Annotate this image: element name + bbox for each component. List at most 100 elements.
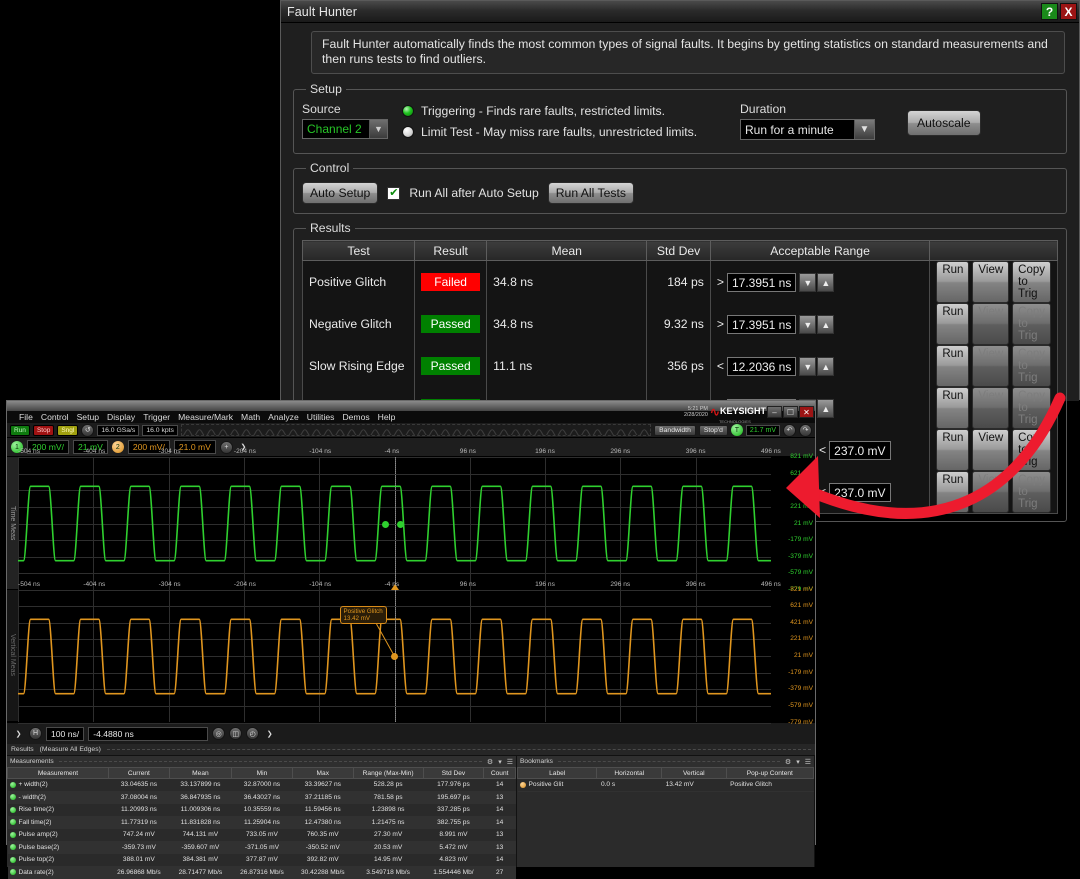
source-select[interactable]: Channel 2 ▼: [302, 119, 388, 139]
range-input-2[interactable]: 237.0 mV: [829, 440, 892, 460]
channel-1-offset[interactable]: 21 mV: [73, 440, 108, 454]
auto-setup-button[interactable]: Auto Setup: [302, 182, 379, 204]
add-channel-icon[interactable]: +: [219, 440, 233, 454]
segment-icon[interactable]: ◫: [229, 727, 243, 740]
table-row[interactable]: Pulse base(2) -359.73 mV -359.607 mV -371.0…: [7, 841, 516, 854]
menu-control[interactable]: Control: [37, 412, 73, 422]
channel-2-offset[interactable]: 21.0 mV: [173, 440, 216, 454]
close-button[interactable]: X: [1060, 3, 1077, 20]
bookmark-marker[interactable]: [390, 653, 398, 660]
bandwidth-button[interactable]: Bandwidth: [654, 424, 696, 436]
stop-button[interactable]: Stop: [32, 424, 55, 436]
gear-icon[interactable]: ⚙: [487, 758, 493, 766]
run-button[interactable]: Run: [936, 303, 970, 345]
menu-setup[interactable]: Setup: [73, 412, 103, 422]
table-row[interactable]: Pulse top(2) 388.01 mV 384.381 mV 377.87 mV…: [7, 853, 516, 867]
timebase-position[interactable]: -4.4880 ns: [88, 726, 209, 741]
minimize-button[interactable]: –: [767, 406, 782, 418]
redo-icon[interactable]: ↷: [799, 423, 812, 437]
run-all-after-checkbox[interactable]: ✔: [387, 186, 401, 200]
graticule-channel-2[interactable]: Positive Glitch 13.42 mV: [18, 589, 772, 724]
pin-icon[interactable]: ☰: [805, 758, 811, 766]
memory-depth-field[interactable]: 16.0 kpts: [142, 424, 178, 436]
run-button[interactable]: Run: [936, 345, 970, 387]
clear-display-icon[interactable]: ↺: [81, 423, 95, 437]
expand-icon[interactable]: ❯: [12, 727, 25, 740]
more-channels-icon[interactable]: ❯: [237, 441, 250, 454]
zoom-icon[interactable]: ◎: [212, 727, 226, 740]
graticule-channel-1[interactable]: [18, 457, 772, 591]
collapse-icon[interactable]: ▾: [796, 758, 800, 766]
more-timebase-icon[interactable]: ❯: [263, 727, 276, 740]
trigger-state-button[interactable]: Stop'd: [698, 424, 728, 436]
channel-2-vdiv[interactable]: 200 mV/: [127, 440, 170, 454]
autoscale-button[interactable]: Autoscale: [907, 110, 981, 136]
run-button[interactable]: Run: [10, 424, 30, 436]
channel-2-icon[interactable]: 2: [111, 441, 124, 453]
spin-up-icon[interactable]: ▲: [817, 272, 835, 292]
timebase-icon[interactable]: H: [29, 727, 42, 740]
table-row[interactable]: Fall time(2) 11.77319 ns 11.831828 ns 11.25…: [7, 816, 516, 829]
menu-demos[interactable]: Demos: [338, 412, 373, 422]
collapse-icon[interactable]: ▾: [498, 758, 502, 766]
table-row[interactable]: Positive Glit 0.0 s 13.42 mV Positive Glitc…: [517, 778, 814, 792]
menu-help[interactable]: Help: [374, 412, 400, 422]
table-row[interactable]: Rise time(2) 11.20993 ns 11.009306 ns 10.35…: [7, 803, 516, 817]
trigger-level-field[interactable]: 21.7 mV: [745, 424, 780, 436]
spin-down-icon[interactable]: ▼: [799, 314, 817, 334]
spin-down-icon[interactable]: ▼: [799, 272, 817, 292]
table-row[interactable]: - width(2) 37.08004 ns 36.847935 ns 36.4302…: [7, 791, 516, 804]
spin-up-icon[interactable]: ▲: [817, 314, 835, 334]
run-button[interactable]: Run: [936, 429, 970, 471]
run-button[interactable]: Run: [936, 387, 970, 429]
menu-file[interactable]: File: [15, 412, 37, 422]
trigger-source-icon[interactable]: T: [730, 424, 743, 436]
range-input-1[interactable]: 17.3951 ns: [726, 272, 797, 292]
range-spinner[interactable]: ▼▲: [799, 314, 835, 334]
range-spinner[interactable]: ▼▲: [799, 272, 835, 292]
range-input-1[interactable]: 17.3951 ns: [726, 314, 797, 334]
maximize-button[interactable]: ☐: [783, 406, 798, 418]
gear-icon[interactable]: ⚙: [785, 758, 791, 766]
measurement-marker[interactable]: [381, 520, 389, 528]
table-row[interactable]: Data rate(2) 26.96868 Mb/s 28.71477 Mb/s 26…: [7, 866, 516, 879]
bookmark-flag[interactable]: Positive Glitch 13.42 mV: [339, 605, 387, 624]
spin-up-icon[interactable]: ▲: [817, 356, 835, 376]
spin-down-icon[interactable]: ▼: [799, 356, 817, 376]
fault-hunter-titlebar[interactable]: Fault Hunter ? X: [281, 1, 1079, 23]
waveform-minimap[interactable]: [180, 424, 652, 436]
spin-up-icon[interactable]: ▲: [817, 398, 835, 418]
view-button[interactable]: View: [972, 429, 1010, 471]
menu-utilities[interactable]: Utilities: [303, 412, 339, 422]
table-row[interactable]: Pulse amp(2) 747.24 mV 744.131 mV 733.05 mV…: [7, 828, 516, 842]
range-spinner[interactable]: ▼▲: [799, 356, 835, 376]
menu-measure-mark[interactable]: Measure/Mark: [174, 412, 237, 422]
menu-display[interactable]: Display: [103, 412, 139, 422]
range-input-2[interactable]: 237.0 mV: [829, 482, 892, 502]
view-button[interactable]: View: [972, 261, 1010, 303]
radio-triggering[interactable]: Triggering - Finds rare faults, restrict…: [402, 104, 732, 118]
tab-vertical-meas[interactable]: Vertical Meas: [7, 589, 18, 722]
channel-1-vdiv[interactable]: 200 mV/: [27, 440, 70, 454]
menu-analyze[interactable]: Analyze: [264, 412, 303, 422]
table-row[interactable]: + width(2) 33.04635 ns 33.137899 ns 32.8700…: [7, 778, 516, 792]
history-icon[interactable]: ◴: [246, 727, 260, 740]
measurement-marker[interactable]: [396, 520, 404, 528]
run-button[interactable]: Run: [936, 471, 970, 513]
pin-icon[interactable]: ☰: [507, 758, 513, 766]
menu-math[interactable]: Math: [237, 412, 264, 422]
copy-button[interactable]: Copy to Trig: [1012, 429, 1051, 471]
channel-1-icon[interactable]: 1: [11, 441, 23, 453]
timebase-scale[interactable]: 100 ns/: [46, 726, 85, 741]
copy-button[interactable]: Copy to Trig: [1012, 261, 1051, 303]
help-button[interactable]: ?: [1041, 3, 1058, 20]
range-input-1[interactable]: 12.2036 ns: [726, 356, 797, 376]
undo-icon[interactable]: ↶: [783, 423, 796, 437]
run-all-tests-button[interactable]: Run All Tests: [547, 182, 634, 204]
trigger-cursor[interactable]: [394, 457, 396, 590]
close-window-button[interactable]: ✕: [799, 406, 814, 418]
duration-select[interactable]: Run for a minute ▼: [740, 119, 875, 140]
sample-rate-field[interactable]: 16.0 GSa/s: [97, 424, 140, 436]
single-button[interactable]: Sngl: [57, 424, 79, 436]
run-button[interactable]: Run: [936, 261, 970, 303]
